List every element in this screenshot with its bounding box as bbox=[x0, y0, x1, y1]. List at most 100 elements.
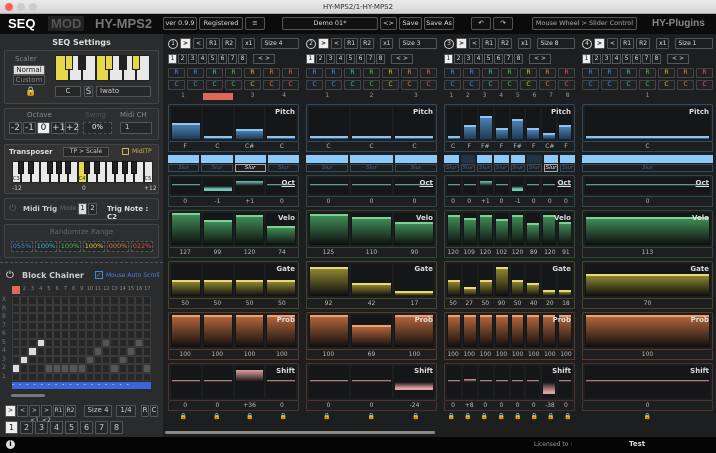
page-5-button[interactable]: 5 bbox=[208, 54, 217, 64]
pitch-value[interactable]: C bbox=[307, 142, 350, 151]
chain-cell[interactable] bbox=[28, 364, 37, 373]
gate-value[interactable]: 40 bbox=[526, 299, 542, 308]
randomize-r-button[interactable]: R bbox=[658, 68, 675, 78]
prob-step[interactable] bbox=[171, 315, 201, 347]
multiplier-select[interactable]: x1 bbox=[380, 38, 394, 49]
chain-cell[interactable] bbox=[12, 296, 21, 305]
prob-lane[interactable]: Prob bbox=[582, 312, 713, 350]
chain-cell[interactable] bbox=[69, 321, 78, 330]
randomize-c-button[interactable]: C bbox=[344, 80, 361, 90]
prob-step[interactable] bbox=[447, 315, 461, 347]
pitch-value[interactable]: F# bbox=[477, 142, 493, 151]
gate-step[interactable] bbox=[526, 264, 541, 296]
chain-cell[interactable] bbox=[126, 355, 135, 364]
randomize-r-button[interactable]: R bbox=[225, 68, 242, 78]
multiplier-select[interactable]: x1 bbox=[242, 38, 256, 49]
pitch-step[interactable] bbox=[447, 107, 461, 139]
horizontal-scrollbar[interactable] bbox=[165, 431, 435, 434]
page-nav-button[interactable]: < > bbox=[253, 54, 275, 64]
chain-cell[interactable] bbox=[12, 313, 21, 322]
chain-cell[interactable] bbox=[135, 296, 144, 305]
page-7-button[interactable]: 7 bbox=[504, 54, 513, 64]
step-index[interactable]: 8 bbox=[560, 92, 575, 101]
oct-value[interactable]: 0 bbox=[393, 197, 436, 206]
oct-step[interactable] bbox=[351, 178, 392, 194]
prob-lane[interactable]: Prob bbox=[444, 312, 575, 350]
slur-toggle[interactable] bbox=[510, 155, 526, 163]
chain-cell[interactable] bbox=[20, 355, 29, 364]
black-key[interactable] bbox=[84, 161, 91, 174]
chain-cell[interactable] bbox=[110, 321, 119, 330]
chain-cell[interactable] bbox=[53, 296, 62, 305]
randomize-c-button[interactable]: C bbox=[325, 80, 342, 90]
page-6-button[interactable]: 6 bbox=[218, 54, 227, 64]
prob-value[interactable]: 100 bbox=[393, 350, 436, 359]
gate-value[interactable]: 50 bbox=[201, 299, 233, 308]
r2-button[interactable]: R2 bbox=[360, 38, 375, 49]
oct-value[interactable]: 0 bbox=[558, 197, 574, 206]
prob-value[interactable]: 100 bbox=[201, 350, 233, 359]
randomize-c-button[interactable]: C bbox=[601, 80, 618, 90]
oct-value[interactable]: 0 bbox=[526, 197, 542, 206]
chain-cell[interactable] bbox=[36, 355, 45, 364]
chain-cell[interactable] bbox=[28, 355, 37, 364]
prob-step[interactable] bbox=[462, 315, 477, 347]
prob-value[interactable]: 100 bbox=[234, 350, 266, 359]
page-nav-button[interactable]: < > bbox=[391, 54, 413, 64]
gate-step[interactable] bbox=[351, 264, 392, 296]
chain-col-label[interactable]: 11 bbox=[94, 286, 102, 294]
pitch-step[interactable] bbox=[309, 107, 350, 139]
randomize-c-button[interactable]: C bbox=[168, 80, 185, 90]
prob-value[interactable]: 69 bbox=[350, 350, 393, 359]
chain-cell[interactable] bbox=[118, 330, 127, 339]
pitch-value[interactable]: C bbox=[201, 142, 233, 151]
play-reverse-button[interactable]: < bbox=[607, 38, 619, 49]
chain-cell[interactable] bbox=[61, 338, 70, 347]
randomize-c-button[interactable]: C bbox=[658, 80, 675, 90]
chain-cell[interactable] bbox=[118, 347, 127, 356]
chain-cell[interactable] bbox=[135, 313, 144, 322]
velo-step[interactable] bbox=[171, 213, 201, 245]
randomize-c-button[interactable]: C bbox=[306, 80, 323, 90]
play-reverse-button[interactable]: < bbox=[469, 38, 481, 49]
black-key[interactable] bbox=[27, 161, 34, 174]
velo-value[interactable]: 109 bbox=[461, 248, 477, 257]
oct-lane[interactable]: Oct bbox=[168, 175, 299, 197]
shift-lane[interactable]: Shift bbox=[168, 363, 299, 401]
page-nav-button[interactable]: < > bbox=[529, 54, 551, 64]
chain-cell[interactable] bbox=[28, 372, 37, 381]
chain-cell[interactable] bbox=[44, 347, 53, 356]
chain-cell[interactable] bbox=[53, 347, 62, 356]
randomize-r-button[interactable]: R bbox=[539, 68, 556, 78]
shift-step[interactable] bbox=[309, 366, 350, 398]
shift-value[interactable]: 0 bbox=[169, 401, 201, 410]
randomize-c-button[interactable]: C bbox=[639, 80, 656, 90]
prob-value[interactable]: 100 bbox=[461, 350, 477, 359]
chain-cell[interactable] bbox=[20, 321, 29, 330]
chain-cell[interactable] bbox=[44, 372, 53, 381]
chainer-page-5[interactable]: 5 bbox=[65, 421, 78, 434]
randomize-c-button[interactable]: C bbox=[696, 80, 713, 90]
step-index[interactable]: 1 bbox=[168, 92, 198, 101]
chainer-division-select[interactable]: 1/4 bbox=[116, 405, 136, 417]
shift-step[interactable] bbox=[526, 366, 541, 398]
gate-step[interactable] bbox=[478, 264, 493, 296]
chain-cell[interactable] bbox=[12, 355, 21, 364]
chain-cell[interactable] bbox=[85, 364, 94, 373]
velo-step[interactable] bbox=[202, 213, 233, 245]
randomize-c-button[interactable]: C bbox=[444, 80, 461, 90]
size-select[interactable]: Size 3 bbox=[399, 38, 437, 49]
normal-button[interactable]: Normal bbox=[13, 65, 45, 75]
chain-cell[interactable] bbox=[36, 347, 45, 356]
r1-button[interactable]: R1 bbox=[482, 38, 497, 49]
chain-cell[interactable] bbox=[126, 347, 135, 356]
shift-step[interactable] bbox=[351, 366, 392, 398]
chainer-R2-button[interactable]: R2 bbox=[65, 405, 76, 417]
step-index[interactable]: 4 bbox=[269, 92, 299, 101]
chain-cell[interactable] bbox=[126, 338, 135, 347]
gate-step[interactable] bbox=[309, 264, 350, 296]
slur-button[interactable]: Slur bbox=[582, 164, 713, 172]
black-key[interactable] bbox=[118, 55, 127, 70]
chain-cell[interactable] bbox=[77, 304, 86, 313]
oct-value[interactable]: 0 bbox=[542, 197, 558, 206]
